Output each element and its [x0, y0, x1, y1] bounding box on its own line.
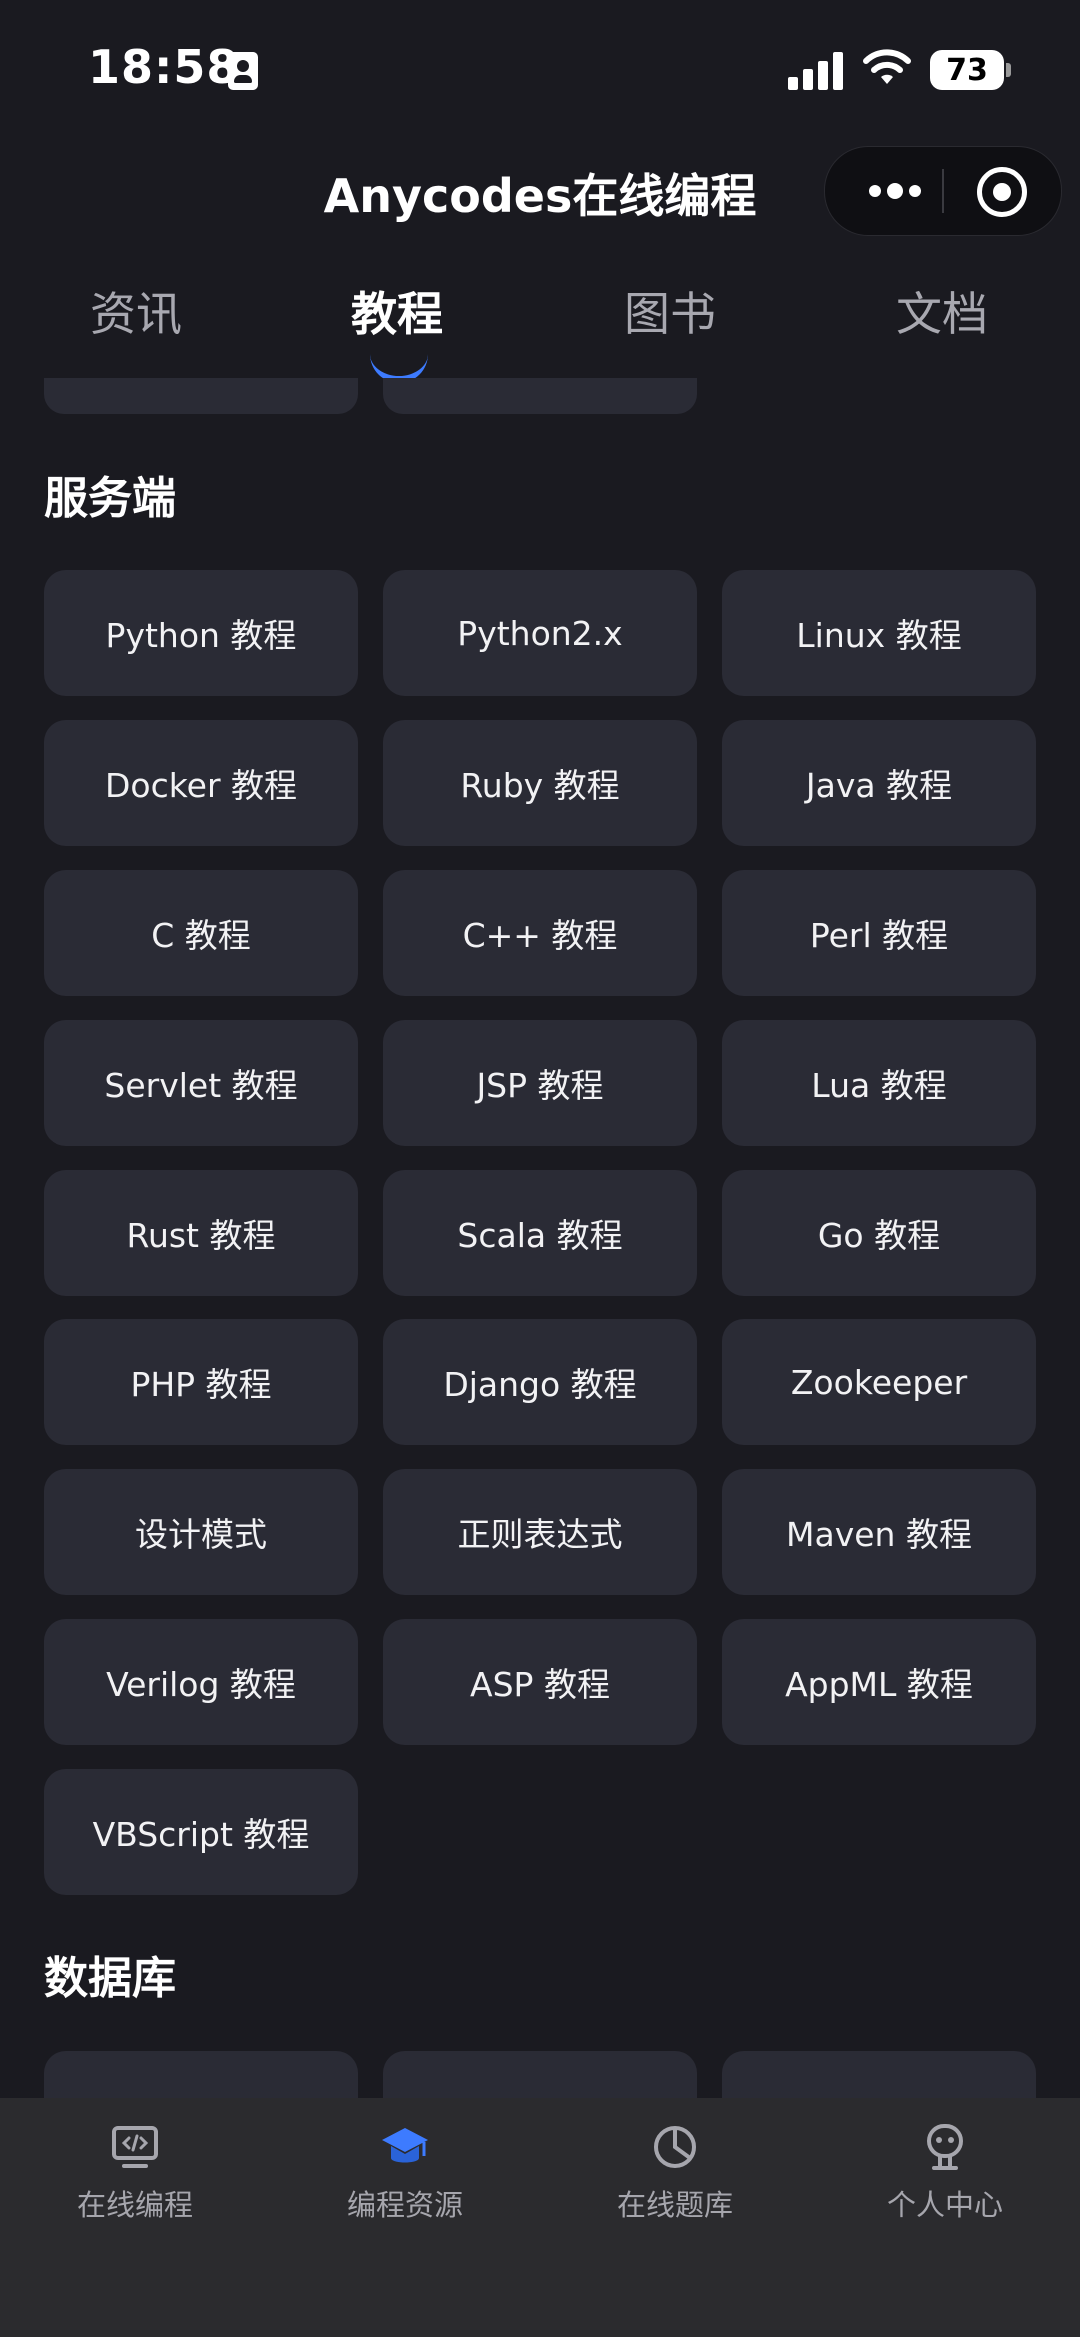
section-title-database: 数据库 [44, 1953, 176, 2004]
tutorial-card[interactable]: AppML 教程 [722, 1619, 1036, 1745]
section-title-server: 服务端 [44, 473, 176, 524]
status-time: 18:58 [88, 40, 240, 94]
bottom-tab-label: 在线题库 [616, 2188, 733, 2222]
tutorial-card[interactable]: 正则表达式 [383, 1469, 697, 1595]
tutorial-card[interactable]: Maven 教程 [722, 1469, 1036, 1595]
tab-tutorials[interactable]: 教程 [297, 278, 497, 344]
pie-chart-icon [654, 2126, 696, 2168]
more-icon[interactable] [865, 147, 925, 235]
battery-indicator: 73 [930, 50, 1004, 90]
tutorial-card[interactable]: 设计模式 [44, 1469, 358, 1595]
tutorial-card[interactable]: Rust 教程 [44, 1170, 358, 1296]
tutorial-card[interactable]: JSP 教程 [383, 1020, 697, 1146]
tutorial-card[interactable]: Lua 教程 [722, 1020, 1036, 1146]
close-target-icon[interactable] [977, 167, 1027, 217]
tutorial-card[interactable]: Perl 教程 [722, 870, 1036, 996]
graduation-cap-icon [382, 2128, 428, 2163]
tab-docs[interactable]: 文档 [842, 278, 1042, 344]
contact-card-icon [228, 52, 258, 90]
partial-card[interactable] [44, 378, 358, 414]
bottom-tab-label: 在线编程 [76, 2188, 193, 2222]
tutorial-card[interactable]: C 教程 [44, 870, 358, 996]
tutorial-card[interactable]: Ruby 教程 [383, 720, 697, 846]
cellular-signal-icon [788, 50, 844, 90]
bottom-tab-resources[interactable]: 编程资源 [270, 2122, 540, 2224]
tutorial-card[interactable]: Python2.x [383, 570, 697, 696]
bottom-tab-profile[interactable]: 个人中心 [810, 2122, 1080, 2224]
tutorial-card[interactable]: PHP 教程 [44, 1319, 358, 1445]
tutorial-card[interactable]: Java 教程 [722, 720, 1036, 846]
tab-books[interactable]: 图书 [570, 278, 770, 344]
status-bar: 18:58 73 [0, 0, 1080, 130]
tab-news[interactable]: 资讯 [36, 278, 236, 344]
bottom-tab-label: 编程资源 [346, 2188, 463, 2222]
tutorial-card[interactable]: Django 教程 [383, 1319, 697, 1445]
bottom-tab-label: 个人中心 [886, 2188, 1003, 2222]
bottom-tab-question-bank[interactable]: 在线题库 [540, 2122, 810, 2224]
battery-cap [1006, 63, 1011, 77]
miniprogram-capsule [824, 146, 1062, 236]
bottom-tab-bar: 在线编程 编程资源 在线题库 个人中心 [0, 2098, 1080, 2337]
category-tabs: 资讯 教程 图书 文档 [0, 278, 1080, 368]
tutorial-card[interactable]: Go 教程 [722, 1170, 1036, 1296]
tutorial-card[interactable]: Verilog 教程 [44, 1619, 358, 1745]
monitor-code-icon [112, 2126, 158, 2168]
bottom-tab-online-coding[interactable]: 在线编程 [0, 2122, 270, 2224]
tutorial-card[interactable]: Scala 教程 [383, 1170, 697, 1296]
tutorial-card[interactable]: Python 教程 [44, 570, 358, 696]
tutorial-card[interactable]: Docker 教程 [44, 720, 358, 846]
robot-face-icon [927, 2124, 963, 2170]
capsule-divider [942, 169, 944, 213]
tutorial-card[interactable]: Servlet 教程 [44, 1020, 358, 1146]
wifi-icon [863, 49, 911, 84]
tutorial-card[interactable]: Zookeeper [722, 1319, 1036, 1445]
tutorial-card[interactable]: C++ 教程 [383, 870, 697, 996]
partial-card[interactable] [383, 378, 697, 414]
tutorial-card[interactable]: Linux 教程 [722, 570, 1036, 696]
tutorial-card[interactable]: VBScript 教程 [44, 1769, 358, 1895]
tutorial-card[interactable]: ASP 教程 [383, 1619, 697, 1745]
